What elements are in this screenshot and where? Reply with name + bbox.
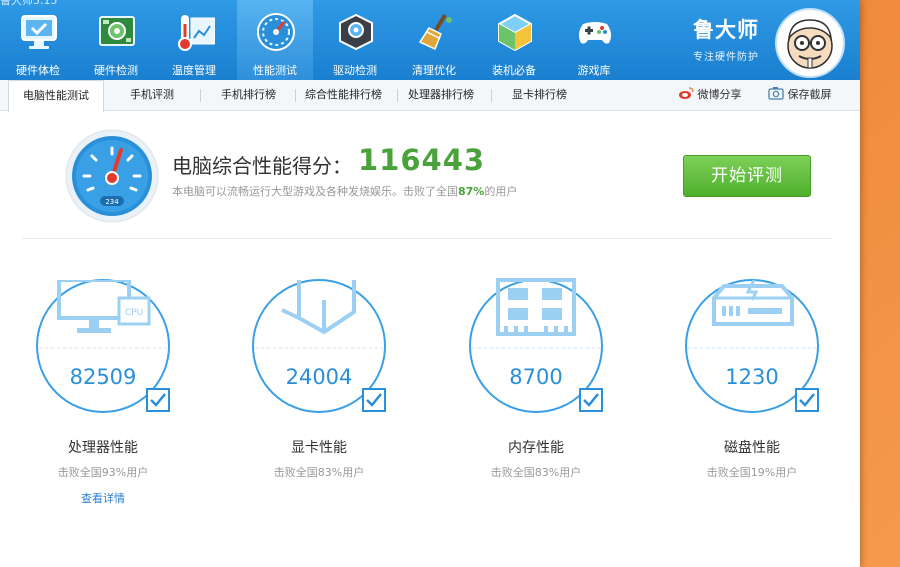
disk-score-subtitle: 击败全国19%用户	[706, 466, 798, 479]
mascot-avatar[interactable]	[775, 8, 845, 78]
nav-item-performance-test[interactable]: 性能测试	[237, 0, 313, 80]
score-title: 电脑综合性能得分：	[172, 154, 352, 178]
nav-item-driver-detect[interactable]: 驱动检测	[317, 0, 393, 80]
camera-icon	[768, 87, 784, 100]
checkbox-checked-icon[interactable]	[579, 388, 603, 412]
nav-label: 驱动检测	[333, 64, 377, 77]
memory-score-value: 8700	[509, 365, 563, 389]
tab-phone-review[interactable]: 手机评测	[130, 80, 174, 110]
weibo-share-label: 微博分享	[697, 88, 742, 101]
graphics-cube-icon	[281, 280, 356, 335]
weibo-icon	[679, 87, 694, 99]
score-value: 116443	[358, 143, 486, 177]
memory-score-card: 8700 内存性能 击败全国83%用户	[456, 270, 616, 530]
gamepad-icon	[578, 22, 612, 44]
tab-separator	[397, 89, 398, 102]
gear-box-icon	[339, 13, 373, 51]
checkbox-checked-icon[interactable]	[795, 388, 819, 412]
checkbox-checked-icon[interactable]	[362, 388, 386, 412]
tab-cpu-ranking[interactable]: 处理器排行榜	[408, 80, 474, 110]
score-desc-percent: 87%	[458, 185, 485, 198]
sub-tab-bar: 电脑性能测试 手机评测 手机排行榜 综合性能排行榜 处理器排行榜 显卡排行榜 微…	[0, 80, 860, 112]
nav-label: 硬件检测	[94, 64, 138, 77]
brand-slogan: 专注硬件防护	[693, 52, 759, 63]
nav-label: 硬件体检	[16, 64, 60, 77]
weibo-share-button[interactable]: 微博分享	[678, 80, 742, 110]
nav-label: 清理优化	[412, 64, 456, 77]
broom-icon	[418, 13, 452, 51]
cpu-chip-label: CPU	[125, 308, 143, 318]
nav-label: 游戏库	[577, 64, 611, 77]
gpu-score-value: 24004	[285, 365, 353, 389]
tab-overall-ranking[interactable]: 综合性能排行榜	[305, 80, 382, 110]
checkbox-checked-icon[interactable]	[146, 388, 170, 412]
cpu-score-title: 处理器性能	[68, 440, 138, 456]
nav-item-hardware-detect[interactable]: 硬件检测	[78, 0, 154, 80]
nav-item-essentials[interactable]: 装机必备	[476, 0, 552, 80]
gauge-readout: 234	[105, 198, 119, 206]
nav-item-hardware-checkup[interactable]: 硬件体检	[0, 0, 76, 80]
monitor-check-icon	[21, 15, 57, 49]
tab-separator	[491, 89, 492, 102]
nav-label: 温度管理	[172, 64, 216, 77]
performance-gauge-icon: 234	[65, 129, 159, 223]
disk-score-value: 1230	[725, 365, 779, 389]
score-desc-prefix: 本电脑可以流畅运行大型游戏及各种发烧娱乐。击败了全国	[172, 185, 458, 198]
cpu-score-card: CPU 82509 处理器性能 击败全国93%用户 查看详情	[23, 270, 183, 530]
cpu-monitor-icon: CPU	[57, 280, 151, 333]
nav-label: 装机必备	[492, 64, 536, 77]
cpu-details-link[interactable]: 查看详情	[23, 490, 183, 506]
gpu-score-card: 24004 显卡性能 击败全国83%用户	[239, 270, 399, 530]
memory-score-title: 内存性能	[508, 440, 564, 456]
disk-score-title: 磁盘性能	[724, 440, 780, 456]
score-desc-suffix: 的用户	[484, 185, 518, 198]
save-screenshot-button[interactable]: 保存截屏	[768, 80, 832, 110]
nav-item-game-library[interactable]: 游戏库	[556, 0, 632, 80]
gpu-score-subtitle: 击败全国83%用户	[273, 466, 365, 479]
brand-name: 鲁大师	[693, 18, 759, 42]
memory-score-subtitle: 击败全国83%用户	[490, 466, 582, 479]
top-nav-bar: 鲁大师5.15 硬件体检 硬件检测 温度管理 性能测试 驱动检测 清理优化 装机…	[0, 0, 860, 80]
circuit-board-icon	[99, 16, 135, 46]
nav-label: 性能测试	[253, 64, 297, 77]
brand-block: 鲁大师 专注硬件防护	[693, 14, 773, 63]
tab-gpu-ranking[interactable]: 显卡排行榜	[512, 80, 567, 110]
nav-item-cleanup[interactable]: 清理优化	[396, 0, 472, 80]
cube-icon	[498, 13, 532, 52]
tab-separator	[200, 89, 201, 102]
section-divider	[22, 238, 832, 239]
start-test-button[interactable]: 开始评测	[683, 155, 811, 197]
score-description: 本电脑可以流畅运行大型游戏及各种发烧娱乐。击败了全国87%的用户	[172, 183, 517, 199]
hard-disk-icon	[712, 280, 794, 326]
thermometer-icon	[178, 15, 215, 51]
speedometer-icon	[257, 13, 295, 51]
cpu-score-subtitle: 击败全国93%用户	[57, 466, 149, 479]
cpu-score-value: 82509	[69, 365, 137, 389]
disk-score-card: 1230 磁盘性能 击败全国19%用户	[672, 270, 832, 530]
tab-pc-performance[interactable]: 电脑性能测试	[8, 80, 104, 112]
tab-phone-ranking[interactable]: 手机排行榜	[221, 80, 276, 110]
app-window: 鲁大师5.15 硬件体检 硬件检测 温度管理 性能测试 驱动检测 清理优化 装机…	[0, 0, 860, 567]
save-screenshot-label: 保存截屏	[787, 88, 832, 101]
mascot-face-icon	[787, 19, 833, 69]
gpu-score-title: 显卡性能	[291, 440, 347, 456]
tab-separator	[295, 89, 296, 102]
memory-chip-icon	[496, 278, 576, 336]
nav-item-temperature[interactable]: 温度管理	[156, 0, 232, 80]
